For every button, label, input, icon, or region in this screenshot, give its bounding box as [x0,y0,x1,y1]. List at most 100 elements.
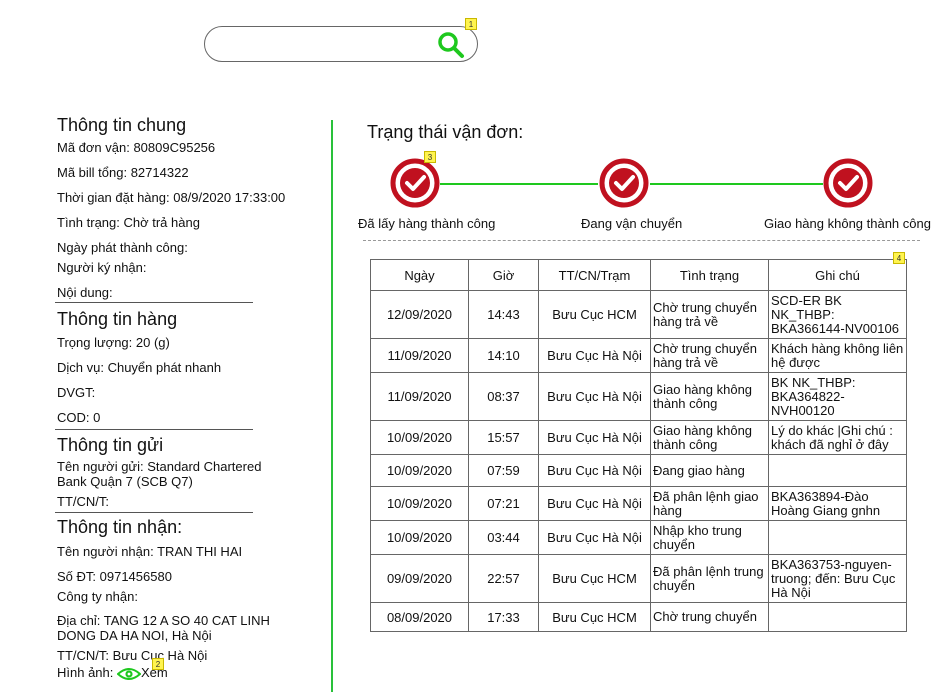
cell-note [768,602,907,632]
cell-date: 10/09/2020 [370,420,469,455]
delivered-date: Ngày phát thành công: [57,240,188,255]
table-row: 10/09/2020 07:21 Bưu Cục Hà Nội Đã phân lện… [370,486,907,521]
divider [55,302,253,303]
cell-note [768,520,907,555]
cell-date: 10/09/2020 [370,520,469,555]
dashed-divider [363,240,920,241]
cell-note: BK NK_THBP: BKA364822-NVH00120 [768,372,907,421]
search-input[interactable] [219,34,433,56]
column-header-date: Ngày [370,259,469,291]
cell-date: 11/09/2020 [370,338,469,373]
cell-time: 07:59 [468,454,539,487]
status-title: Trạng thái vận đơn: [367,122,524,142]
cell-time: 08:37 [468,372,539,421]
cell-note: BKA363753-nguyen-truong; đến: Bưu Cục Hà… [768,554,907,603]
column-header-time: Giờ [468,259,539,291]
divider [55,429,253,430]
sender-name: Tên người gửi: Standard Chartered Bank Q… [57,459,262,489]
order-status: Tình trạng: Chờ trả hàng [57,215,200,230]
bill-total: Mã bill tổng: 82714322 [57,165,189,180]
check-circle-icon [390,158,440,208]
weight: Trọng lượng: 20 (g) [57,335,170,350]
progress-line [440,183,598,185]
step-label-delivery-failed: Giao hàng không thành công [764,216,931,231]
cell-office: Bưu Cục Hà Nội [538,338,651,373]
table-row: 10/09/2020 07:59 Bưu Cục Hà Nội Đang giao h… [370,454,907,487]
receiver-phone: Số ĐT: 0971456580 [57,569,172,584]
table-header-row: Ngày Giờ TT/CN/Trạm Tình trạng Ghi chú [370,259,907,291]
receiver-company: Công ty nhận: [57,589,138,604]
cell-office: Bưu Cục Hà Nội [538,520,651,555]
table-row: 12/09/2020 14:43 Bưu Cục HCM Chờ trung chuy… [370,290,907,339]
table-row: 11/09/2020 08:37 Bưu Cục Hà Nội Giao hàng k… [370,372,907,421]
annotation-marker-3: 3 [424,151,436,163]
signer: Người ký nhận: [57,260,147,275]
content: Nội dung: [57,285,113,300]
cell-note: Khách hàng không liên hệ được [768,338,907,373]
cell-note: Lý do khác |Ghi chú : khách đã nghỉ ở đâ… [768,420,907,455]
cell-status: Đang giao hàng [650,454,769,487]
column-header-office: TT/CN/Trạm [538,259,651,291]
cell-note: SCD-ER BK NK_THBP: BKA366144-NV00106 [768,290,907,339]
cod: COD: 0 [57,410,101,425]
cell-time: 15:57 [468,420,539,455]
cell-status: Giao hàng không thành công [650,372,769,421]
check-circle-icon [599,158,649,208]
dvgt: DVGT: [57,385,96,400]
cell-date: 11/09/2020 [370,372,469,421]
cell-office: Bưu Cục HCM [538,602,651,632]
table-row: 10/09/2020 15:57 Bưu Cục Hà Nội Giao hàng k… [370,420,907,455]
cell-status: Đã phân lệnh trung chuyển [650,554,769,603]
step-label-picked-up: Đã lấy hàng thành công [358,216,496,231]
progress-line [650,183,823,185]
annotation-marker-1: 1 [465,18,477,30]
order-code: Mã đơn vận: 80809C95256 [57,140,216,155]
cell-time: 17:33 [468,602,539,632]
eye-icon[interactable] [117,667,141,681]
table-row: 10/09/2020 03:44 Bưu Cục Hà Nội Nhập kho tr… [370,520,907,555]
receiver-name: Tên người nhận: TRAN THI HAI [57,544,243,559]
vertical-divider [331,120,333,692]
cell-date: 10/09/2020 [370,486,469,521]
cell-status: Nhập kho trung chuyển [650,520,769,555]
check-circle-icon [823,158,873,208]
receiver-office: TT/CN/T: Bưu Cục Hà Nội [57,648,208,663]
table-row: 08/09/2020 17:33 Bưu Cục HCM Chờ trung chuy… [370,602,907,632]
general-info-title: Thông tin chung [57,115,187,135]
cell-date: 08/09/2020 [370,602,469,632]
cell-status: Chờ trung chuyển hàng trả về [650,290,769,339]
table-row: 09/09/2020 22:57 Bưu Cục HCM Đã phân lệnh t… [370,554,907,603]
cell-date: 10/09/2020 [370,454,469,487]
cell-status: Giao hàng không thành công [650,420,769,455]
cell-office: Bưu Cục Hà Nội [538,454,651,487]
cell-note [768,454,907,487]
table-row: 11/09/2020 14:10 Bưu Cục Hà Nội Chờ trung c… [370,338,907,373]
order-time: Thời gian đặt hàng: 08/9/2020 17:33:00 [57,190,286,205]
column-header-note: Ghi chú [768,259,907,291]
cell-office: Bưu Cục HCM [538,290,651,339]
goods-info-title: Thông tin hàng [57,309,178,329]
cell-status: Chờ trung chuyển [650,602,769,632]
tracking-history-table: Ngày Giờ TT/CN/Trạm Tình trạng Ghi chú 1… [370,259,907,632]
divider [55,512,253,513]
sender-info-title: Thông tin gửi [57,435,164,455]
receiver-address: Địa chỉ: TANG 12 A SO 40 CAT LINH DONG D… [57,613,270,643]
cell-office: Bưu Cục Hà Nội [538,372,651,421]
cell-date: 12/09/2020 [370,290,469,339]
cell-note: BKA363894-Đào Hoàng Giang gnhn [768,486,907,521]
step-label-in-transit: Đang vận chuyển [581,216,683,231]
cell-status: Đã phân lệnh giao hàng [650,486,769,521]
cell-time: 14:10 [468,338,539,373]
cell-office: Bưu Cục HCM [538,554,651,603]
cell-time: 03:44 [468,520,539,555]
cell-office: Bưu Cục Hà Nội [538,486,651,521]
search-box[interactable] [204,26,478,62]
cell-time: 14:43 [468,290,539,339]
cell-office: Bưu Cục Hà Nội [538,420,651,455]
column-header-status: Tình trạng [650,259,769,291]
receiver-info-title: Thông tin nhận: [57,517,183,537]
cell-date: 09/09/2020 [370,554,469,603]
search-icon[interactable] [437,31,465,59]
service: Dịch vụ: Chuyển phát nhanh [57,360,222,375]
image-label: Hình ảnh: [57,665,114,680]
